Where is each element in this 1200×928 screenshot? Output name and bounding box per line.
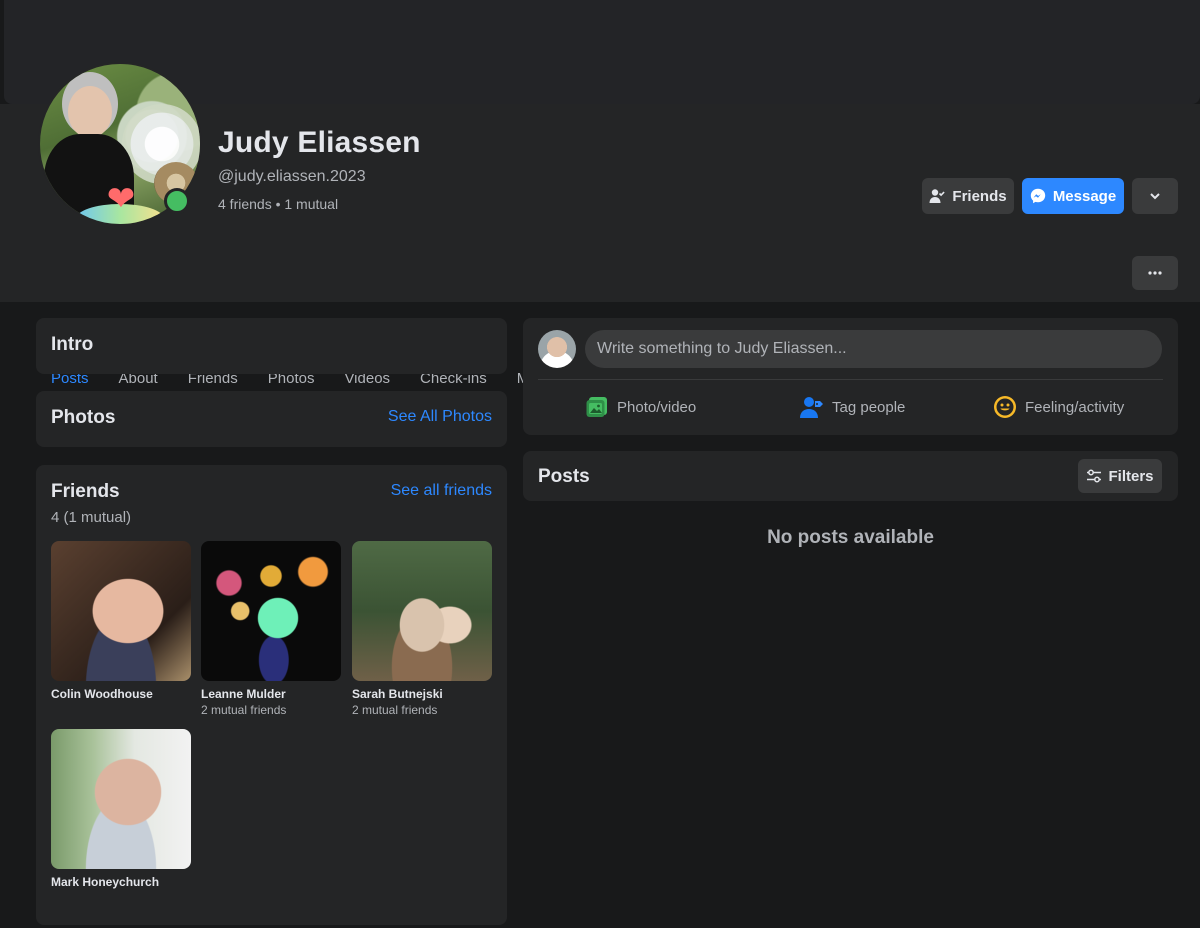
filters-label: Filters	[1108, 467, 1154, 485]
friend-mutual-count: 2 mutual friends	[201, 703, 287, 717]
feeling-activity-label: Feeling/activity	[1025, 398, 1125, 416]
friend-tile[interactable]: Colin Woodhouse	[51, 541, 191, 701]
friends-button[interactable]: Friends	[922, 178, 1014, 214]
see-all-friends-link[interactable]: See all friends	[391, 482, 492, 500]
profile-page: Posts About Friends Photos Videos Check-…	[0, 0, 1200, 928]
friends-card: Friends See all friends 4 (1 mutual) Col…	[36, 465, 507, 925]
friends-button-label: Friends	[952, 187, 1007, 205]
online-status-dot	[164, 188, 190, 214]
friends-count[interactable]: 4 friends • 1 mutual	[218, 196, 338, 212]
photo-icon	[585, 395, 609, 419]
message-button-label: Message	[1052, 187, 1117, 205]
more-options-button[interactable]	[1132, 256, 1178, 290]
chevron-down-icon	[1149, 190, 1161, 202]
photos-title: Photos	[51, 407, 116, 428]
photo-video-button[interactable]: Photo/video	[585, 393, 696, 421]
feeling-activity-button[interactable]: Feeling/activity	[993, 393, 1124, 421]
see-all-photos-link[interactable]: See All Photos	[388, 408, 492, 426]
photo-detail	[68, 86, 112, 138]
intro-card: Intro	[36, 318, 507, 374]
cover-photo[interactable]	[4, 0, 1200, 104]
profile-options-button[interactable]	[1132, 178, 1178, 214]
friend-name[interactable]: Sarah Butnejski	[352, 687, 492, 701]
message-button[interactable]: Message	[1022, 178, 1124, 214]
friend-photo[interactable]	[51, 729, 191, 869]
heart-icon: ❤	[106, 180, 136, 218]
tag-people-label: Tag people	[832, 398, 906, 416]
composer-placeholder: Write something to Judy Eliassen...	[597, 340, 847, 357]
composer-input[interactable]: Write something to Judy Eliassen...	[585, 330, 1162, 368]
friends-subtitle: 4 (1 mutual)	[51, 509, 132, 526]
friend-tile[interactable]: Mark Honeychurch	[51, 729, 191, 889]
photo-video-label: Photo/video	[617, 398, 697, 416]
messenger-icon	[1030, 188, 1046, 204]
post-composer: Write something to Judy Eliassen... Phot…	[523, 318, 1178, 435]
friend-name[interactable]: Mark Honeychurch	[51, 875, 191, 889]
posts-header-card: Posts Filters	[523, 451, 1178, 501]
smiley-icon	[993, 395, 1017, 419]
profile-name: Judy Eliassen	[218, 126, 421, 159]
tag-people-icon	[800, 395, 824, 419]
divider	[538, 379, 1163, 380]
intro-title: Intro	[51, 334, 94, 355]
friend-tile[interactable]: Leanne Mulder 2 mutual friends	[201, 541, 341, 717]
posts-title: Posts	[538, 466, 590, 487]
filters-button[interactable]: Filters	[1078, 459, 1162, 493]
sliders-icon	[1086, 469, 1102, 483]
friend-mutual-count: 2 mutual friends	[352, 703, 438, 717]
friends-title: Friends	[51, 481, 120, 502]
friend-name[interactable]: Colin Woodhouse	[51, 687, 191, 701]
friend-photo[interactable]	[51, 541, 191, 681]
ellipsis-icon	[1148, 271, 1162, 275]
friends-check-icon	[929, 188, 946, 204]
friend-photo[interactable]	[201, 541, 341, 681]
profile-handle: @judy.eliassen.2023	[218, 168, 366, 185]
avatar[interactable]	[538, 330, 576, 368]
empty-posts-message: No posts available	[767, 527, 934, 548]
friend-photo[interactable]	[352, 541, 492, 681]
photos-card: Photos See All Photos	[36, 391, 507, 447]
friend-name[interactable]: Leanne Mulder	[201, 687, 341, 701]
tag-people-button[interactable]: Tag people	[800, 393, 905, 421]
friend-tile[interactable]: Sarah Butnejski 2 mutual friends	[352, 541, 492, 717]
